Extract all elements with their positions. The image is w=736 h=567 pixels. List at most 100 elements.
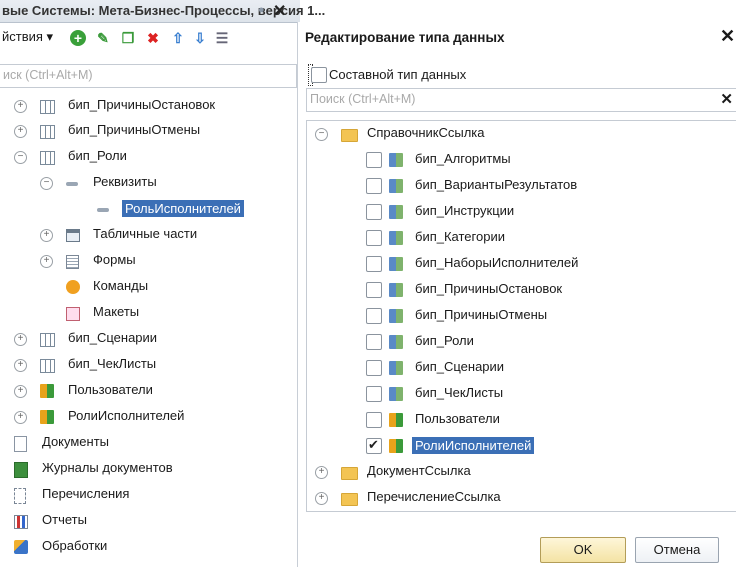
- tree-item-label: СправочникСсылка: [367, 125, 485, 140]
- expand-icon[interactable]: +: [315, 492, 328, 505]
- checkbox[interactable]: [366, 204, 382, 220]
- type-list-item[interactable]: бип_Категории: [307, 227, 735, 249]
- tree-item-catalog-ref[interactable]: − СправочникСсылка: [307, 123, 735, 145]
- close-icon[interactable]: ✕: [273, 1, 286, 21]
- checkbox[interactable]: [366, 282, 382, 298]
- edit-data-type-dialog: Редактирование типа данных ✕ Составной т…: [297, 22, 736, 567]
- edit-icon[interactable]: ✎: [95, 30, 111, 46]
- processing-icon: [14, 540, 28, 554]
- pin-icon[interactable]: ●: [258, 4, 265, 16]
- cancel-button[interactable]: Отмена: [635, 537, 719, 563]
- catalog-icon: [389, 257, 403, 271]
- tree-item-label: бип_ЧекЛисты: [68, 356, 157, 371]
- ok-button[interactable]: OK: [540, 537, 626, 563]
- tree-item[interactable]: + бип_Сценарии: [0, 328, 296, 350]
- expand-icon[interactable]: +: [315, 466, 328, 479]
- tree-item[interactable]: Макеты: [0, 302, 296, 324]
- checkbox-checked[interactable]: [366, 437, 382, 454]
- catalog-icon: [389, 231, 403, 245]
- tree-item[interactable]: Журналы документов: [0, 458, 296, 480]
- tree-item[interactable]: Документы: [0, 432, 296, 454]
- tree-item-enum-ref[interactable]: + ПеречислениеСсылка: [307, 487, 735, 509]
- catalog-icon: [389, 309, 403, 323]
- copy-icon[interactable]: ❐: [120, 30, 136, 46]
- list-icon[interactable]: ☰: [214, 30, 230, 46]
- dialog-title: Редактирование типа данных: [305, 30, 505, 45]
- tree-item-document-ref[interactable]: + ДокументСсылка: [307, 461, 735, 483]
- tree-item[interactable]: − бип_Роли: [0, 146, 296, 168]
- tree-item[interactable]: Отчеты: [0, 510, 296, 532]
- expand-icon[interactable]: +: [14, 411, 27, 424]
- tree-item[interactable]: + Формы: [0, 250, 296, 272]
- checkbox[interactable]: [366, 334, 382, 350]
- expand-icon[interactable]: +: [40, 229, 53, 242]
- add-icon[interactable]: +: [70, 30, 86, 46]
- tree-item[interactable]: + бип_ПричиныОстановок: [0, 95, 296, 117]
- expand-icon[interactable]: +: [14, 100, 27, 113]
- dialog-close-icon[interactable]: ✕: [720, 26, 735, 47]
- checkbox[interactable]: [366, 386, 382, 402]
- type-list-item[interactable]: бип_ЧекЛисты: [307, 383, 735, 405]
- delete-icon[interactable]: ✖: [145, 30, 161, 46]
- folder-icon: [341, 129, 358, 142]
- type-list-item[interactable]: Пользователи: [307, 409, 735, 431]
- checkbox[interactable]: [366, 360, 382, 376]
- tree-item-label: Формы: [93, 252, 136, 267]
- checkbox[interactable]: [366, 152, 382, 168]
- collapse-icon[interactable]: −: [40, 177, 53, 190]
- checkbox[interactable]: [311, 67, 327, 83]
- checkbox[interactable]: [366, 412, 382, 428]
- dialog-search-input[interactable]: Поиск (Ctrl+Alt+M) ✕: [306, 88, 736, 112]
- tree-item[interactable]: Обработки: [0, 536, 296, 558]
- type-list-item[interactable]: бип_Роли: [307, 331, 735, 353]
- type-list-item[interactable]: бип_ВариантыРезультатов: [307, 175, 735, 197]
- actions-menu[interactable]: йствия ▾: [2, 29, 53, 45]
- type-list-item[interactable]: бип_Инструкции: [307, 201, 735, 223]
- checkbox[interactable]: [366, 230, 382, 246]
- table-icon: [40, 125, 55, 139]
- expand-icon[interactable]: +: [40, 255, 53, 268]
- type-list-item[interactable]: бип_ПричиныОтмены: [307, 305, 735, 327]
- catalog-icon: [389, 179, 403, 193]
- checkbox[interactable]: [366, 308, 382, 324]
- checkbox[interactable]: [366, 256, 382, 272]
- left-search-input[interactable]: иск (Ctrl+Alt+M): [0, 64, 297, 88]
- tree-item-selected[interactable]: РольИсполнителей: [0, 198, 296, 220]
- tree-item[interactable]: − Реквизиты: [0, 172, 296, 194]
- tree-item[interactable]: Команды: [0, 276, 296, 298]
- checkbox[interactable]: [366, 178, 382, 194]
- tree-item[interactable]: + РолиИсполнителей: [0, 406, 296, 428]
- left-window-titlebar: вые Системы: Мета-Бизнес-Процессы, верси…: [0, 0, 325, 23]
- tree-item-label: Макеты: [93, 304, 140, 319]
- clear-search-icon[interactable]: ✕: [720, 90, 733, 108]
- type-list-item-selected[interactable]: РолиИсполнителей: [307, 435, 735, 457]
- tree-item-label: бип_НаборыИсполнителей: [415, 255, 579, 270]
- type-list-item[interactable]: бип_НаборыИсполнителей: [307, 253, 735, 275]
- expand-icon[interactable]: +: [14, 359, 27, 372]
- tree-item-label: бип_ЧекЛисты: [415, 385, 504, 400]
- tree-item-label: Отчеты: [42, 512, 87, 527]
- move-down-icon[interactable]: ⇩: [192, 30, 208, 46]
- composite-type-checkbox[interactable]: Составной тип данных: [308, 64, 466, 86]
- move-up-icon[interactable]: ⇧: [170, 30, 186, 46]
- type-list-item[interactable]: бип_Сценарии: [307, 357, 735, 379]
- tree-item[interactable]: + Пользователи: [0, 380, 296, 402]
- tree-item-label: бип_Категории: [415, 229, 505, 244]
- expand-icon[interactable]: +: [14, 385, 27, 398]
- tree-item[interactable]: + Табличные части: [0, 224, 296, 246]
- tree-item-label: Реквизиты: [93, 174, 157, 189]
- type-list-item[interactable]: бип_ПричиныОстановок: [307, 279, 735, 301]
- expand-icon[interactable]: +: [14, 333, 27, 346]
- catalog-user-icon: [40, 384, 54, 398]
- type-list-item[interactable]: бип_Алгоритмы: [307, 149, 735, 171]
- tree-item-label: Команды: [93, 278, 149, 293]
- tree-item[interactable]: + бип_ЧекЛисты: [0, 354, 296, 376]
- collapse-icon[interactable]: −: [315, 128, 328, 141]
- tree-item-label: Журналы документов: [42, 460, 173, 475]
- expand-icon[interactable]: +: [14, 125, 27, 138]
- collapse-icon[interactable]: −: [14, 151, 27, 164]
- tree-item-label: Табличные части: [93, 226, 198, 241]
- tree-item-label: Перечисления: [42, 486, 130, 501]
- tree-item[interactable]: Перечисления: [0, 484, 296, 506]
- tree-item[interactable]: + бип_ПричиныОтмены: [0, 120, 296, 142]
